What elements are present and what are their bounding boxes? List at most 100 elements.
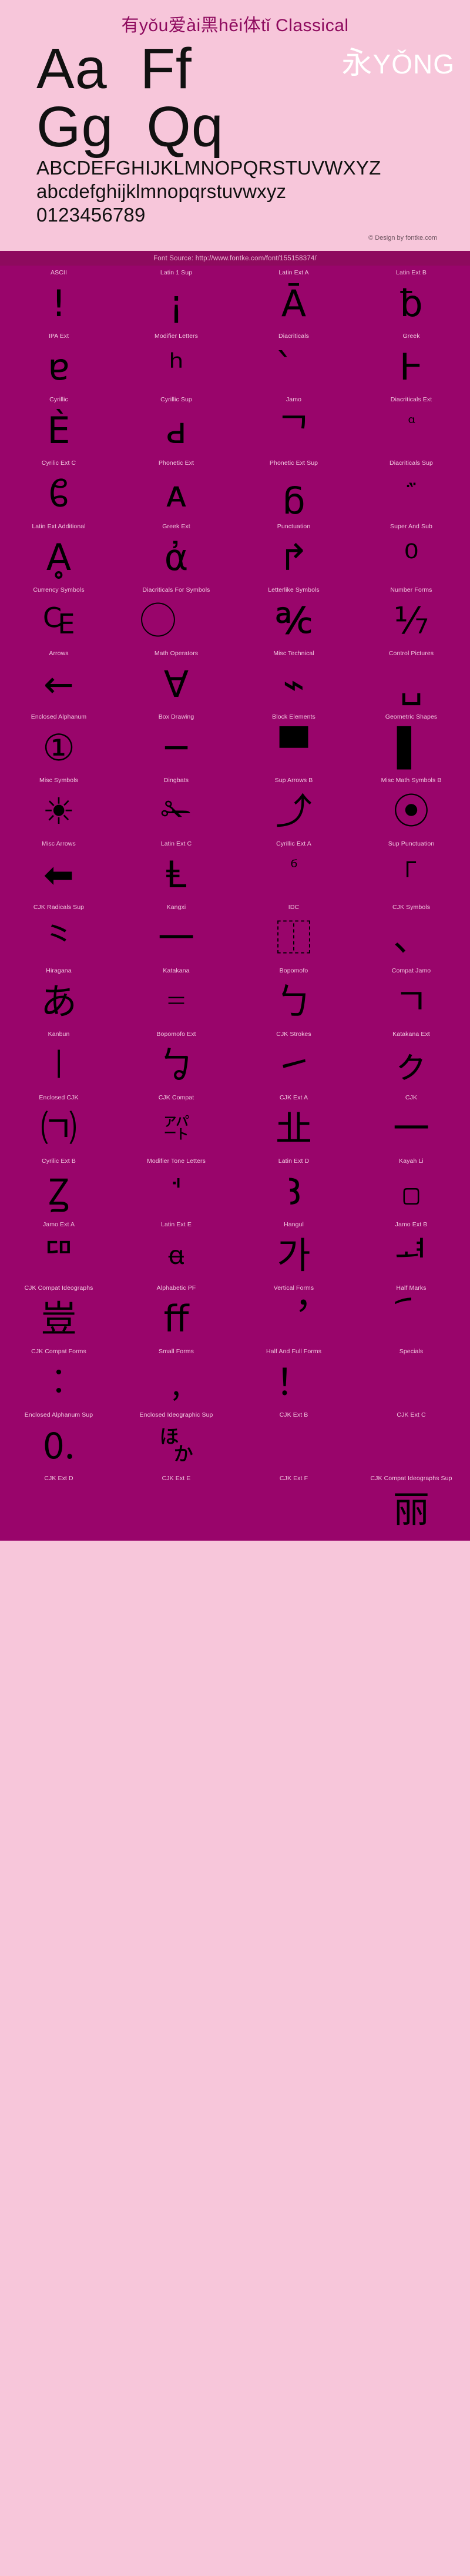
block-sample-glyph: ꬰ xyxy=(118,1230,235,1281)
unicode-block-cell[interactable]: Punctuation ↱ xyxy=(235,519,352,583)
unicode-block-cell[interactable]: CJK Ext A 㐀 xyxy=(235,1091,352,1154)
unicode-block-cell[interactable]: Specials ￼ xyxy=(352,1344,470,1408)
unicode-block-cell[interactable]: CJK Compat Forms ︰ xyxy=(0,1344,118,1408)
unicode-block-cell[interactable]: Diacriticals For Symbols⃝ xyxy=(118,583,235,646)
block-row: Latin Ext Additional Ḁ Greek Ext ἀ Punctuati… xyxy=(0,519,470,583)
unicode-block-cell[interactable]: Sup Punctuation ⸀ xyxy=(352,837,470,900)
unicode-block-cell[interactable]: Compat Jamo ㄱ xyxy=(352,964,470,1027)
unicode-block-cell[interactable]: Jamo Ext A ꥠ xyxy=(0,1217,118,1281)
unicode-block-cell[interactable]: Cyrillic Sup ԁ xyxy=(118,393,235,456)
block-sample-glyph: ﬀ xyxy=(118,1294,235,1344)
block-row: Misc Arrows⬅Latin Ext CⱠCyrillic Ext AⷠS… xyxy=(0,837,470,900)
unicode-block-cell[interactable]: Diacriticals̀ xyxy=(235,329,352,393)
block-sample-glyph: ゠ xyxy=(118,977,235,1027)
unicode-block-cell[interactable]: Vertical Forms ︐ xyxy=(235,1281,352,1344)
unicode-block-cell[interactable]: IPA Ext ɐ xyxy=(0,329,118,393)
unicode-block-cell[interactable]: Greek Ͱ xyxy=(352,329,470,393)
unicode-block-cell[interactable]: Geometric Shapes ▌ xyxy=(352,710,470,773)
unicode-block-cell[interactable]: Cyrillic Ѐ xyxy=(0,393,118,456)
unicode-block-cell[interactable]: Currency Symbols ₠ xyxy=(0,583,118,646)
unicode-block-cell[interactable]: Hangul 가 xyxy=(235,1217,352,1281)
block-row: Enclosed Alphanum ① Box Drawing ─ Block Elem… xyxy=(0,710,470,773)
unicode-block-cell[interactable]: CJK Compat Ideographs Sup 丽 xyxy=(352,1471,470,1535)
unicode-block-cell[interactable]: Modifier Letters ʰ xyxy=(118,329,235,393)
unicode-block-cell[interactable]: CJK Symbols 、 xyxy=(352,900,470,964)
block-sample-glyph: 㐀 xyxy=(235,1103,352,1154)
unicode-block-cell[interactable]: IDC ⿰ xyxy=(235,900,352,964)
unicode-block-cell[interactable]: Super And Sub ⁰ xyxy=(352,519,470,583)
unicode-block-cell[interactable]: Latin Ext E ꬰ xyxy=(118,1217,235,1281)
unicode-block-cell[interactable]: CJK 一 xyxy=(352,1091,470,1154)
unicode-block-cell[interactable]: Cyrilic Ext C ᲀ xyxy=(0,456,118,519)
unicode-block-cell[interactable]: Small Forms ﹐ xyxy=(118,1344,235,1408)
unicode-block-cell[interactable]: CJK Ext F 𬺰 xyxy=(235,1471,352,1535)
cjk-sample-char: 永 xyxy=(342,46,373,80)
unicode-block-cell[interactable]: Phonetic Ext ᴀ xyxy=(118,456,235,519)
unicode-block-cell[interactable]: Block Elements ▀ xyxy=(235,710,352,773)
unicode-block-cell[interactable]: Half Marks︠ xyxy=(352,1281,470,1344)
unicode-block-cell[interactable]: Dingbats ✁ xyxy=(118,773,235,837)
unicode-block-cell[interactable]: Jamo Ext B ힰ xyxy=(352,1217,470,1281)
unicode-block-cell[interactable]: Latin Ext A Ā xyxy=(235,266,352,329)
unicode-block-cell[interactable]: CJK Ext B 𠀀 xyxy=(235,1408,352,1471)
unicode-block-cell[interactable]: Katakana ゠ xyxy=(118,964,235,1027)
unicode-block-cell[interactable]: Misc Arrows ⬅ xyxy=(0,837,118,900)
unicode-block-cell[interactable]: Hiragana あ xyxy=(0,964,118,1027)
unicode-block-cell[interactable]: Alphabetic PF ﬀ xyxy=(118,1281,235,1344)
block-label: CJK Radicals Sup xyxy=(33,904,84,913)
unicode-block-cell[interactable]: Cyrilic Ext B Ꙁ xyxy=(0,1154,118,1217)
block-row: ASCII! Latin 1 Sup ¡ Latin Ext A Ā Latin Ext … xyxy=(0,266,470,329)
block-row: CJK Compat Ideographs 豈 Alphabetic PF ﬀ Vert… xyxy=(0,1281,470,1344)
unicode-block-cell[interactable]: Control Pictures ␣ xyxy=(352,646,470,710)
unicode-block-cell[interactable]: Arrows ← xyxy=(0,646,118,710)
unicode-block-cell[interactable]: Math Operators ∀ xyxy=(118,646,235,710)
unicode-block-cell[interactable]: Enclosed Ideographic Sup 🈀 xyxy=(118,1408,235,1471)
unicode-block-cell[interactable]: Greek Ext ἀ xyxy=(118,519,235,583)
block-sample-glyph: ⤴ xyxy=(235,786,352,837)
unicode-block-cell[interactable]: Modifier Tone Letters ꜗ xyxy=(118,1154,235,1217)
unicode-block-cell[interactable]: Cyrillic Ext Aⷠ xyxy=(235,837,352,900)
unicode-block-cell[interactable]: CJK Compat ㌀ xyxy=(118,1091,235,1154)
unicode-block-cell[interactable]: Phonetic Ext Sup ᵷ xyxy=(235,456,352,519)
cjk-sample-pinyin: YǑNG xyxy=(373,49,455,79)
unicode-block-cell[interactable]: Diacriticals Extᷧ xyxy=(352,393,470,456)
unicode-block-cell[interactable]: Box Drawing ─ xyxy=(118,710,235,773)
block-sample-glyph: Ͱ xyxy=(352,342,470,393)
unicode-block-cell[interactable]: Latin Ext Additional Ḁ xyxy=(0,519,118,583)
unicode-block-cell[interactable]: CJK Strokes ㇀ xyxy=(235,1027,352,1091)
unicode-block-cell[interactable]: CJK Ext E 𫠠 xyxy=(118,1471,235,1535)
sample-qq: Qq xyxy=(146,95,223,159)
unicode-block-cell[interactable]: CJK Ext D 𫝀 xyxy=(0,1471,118,1535)
unicode-block-cell[interactable]: Half And Full Forms ！ xyxy=(235,1344,352,1408)
unicode-block-cell[interactable]: ASCII! xyxy=(0,266,118,329)
font-source-bar[interactable]: Font Source: http://www.fontke.com/font/… xyxy=(0,251,470,266)
unicode-block-cell[interactable]: Misc Technical ⌁ xyxy=(235,646,352,710)
block-sample-glyph: ⅐ xyxy=(352,596,470,646)
unicode-block-cell[interactable]: Kangxi ⼀ xyxy=(118,900,235,964)
unicode-block-cell[interactable]: Sup Arrows B ⤴ xyxy=(235,773,352,837)
unicode-block-cell[interactable]: Kanbun ㆐ xyxy=(0,1027,118,1091)
unicode-block-cell[interactable]: Kayah Li ꤀ xyxy=(352,1154,470,1217)
unicode-block-cell[interactable]: Latin 1 Sup ¡ xyxy=(118,266,235,329)
unicode-block-cell[interactable]: Latin Ext C Ⱡ xyxy=(118,837,235,900)
unicode-block-cell[interactable]: CJK Radicals Sup ⺀ xyxy=(0,900,118,964)
unicode-block-cell[interactable]: Enclosed Alphanum ① xyxy=(0,710,118,773)
unicode-block-cell[interactable]: Enclosed Alphanum Sup 🄀 xyxy=(0,1408,118,1471)
unicode-block-cell[interactable]: Enclosed CJK ㈀ xyxy=(0,1091,118,1154)
unicode-block-cell[interactable]: Number Forms ⅐ xyxy=(352,583,470,646)
unicode-block-cell[interactable]: Latin Ext D Ꜣ xyxy=(235,1154,352,1217)
unicode-block-cell[interactable]: Latin Ext B ƀ xyxy=(352,266,470,329)
unicode-block-cell[interactable]: Misc Symbols ☀ xyxy=(0,773,118,837)
unicode-block-cell[interactable]: CJK Ext C 𪜀 xyxy=(352,1408,470,1471)
unicode-block-cell[interactable]: Jamo ᄀ xyxy=(235,393,352,456)
unicode-block-cell[interactable]: Bopomofo ㄅ xyxy=(235,964,352,1027)
block-label: Misc Symbols xyxy=(39,777,78,786)
unicode-block-cell[interactable]: Letterlike Symbols ℀ xyxy=(235,583,352,646)
unicode-block-cell[interactable]: CJK Compat Ideographs 豈 xyxy=(0,1281,118,1344)
block-label: Alphabetic PF xyxy=(157,1284,196,1294)
unicode-block-cell[interactable]: Diacriticals Sup᷀ xyxy=(352,456,470,519)
unicode-block-cell[interactable]: Katakana Ext ㇰ xyxy=(352,1027,470,1091)
block-sample-glyph: ᷧ xyxy=(352,405,470,456)
unicode-block-cell[interactable]: Bopomofo Ext ㆠ xyxy=(118,1027,235,1091)
unicode-block-cell[interactable]: Misc Math Symbols B ⦿ xyxy=(352,773,470,837)
